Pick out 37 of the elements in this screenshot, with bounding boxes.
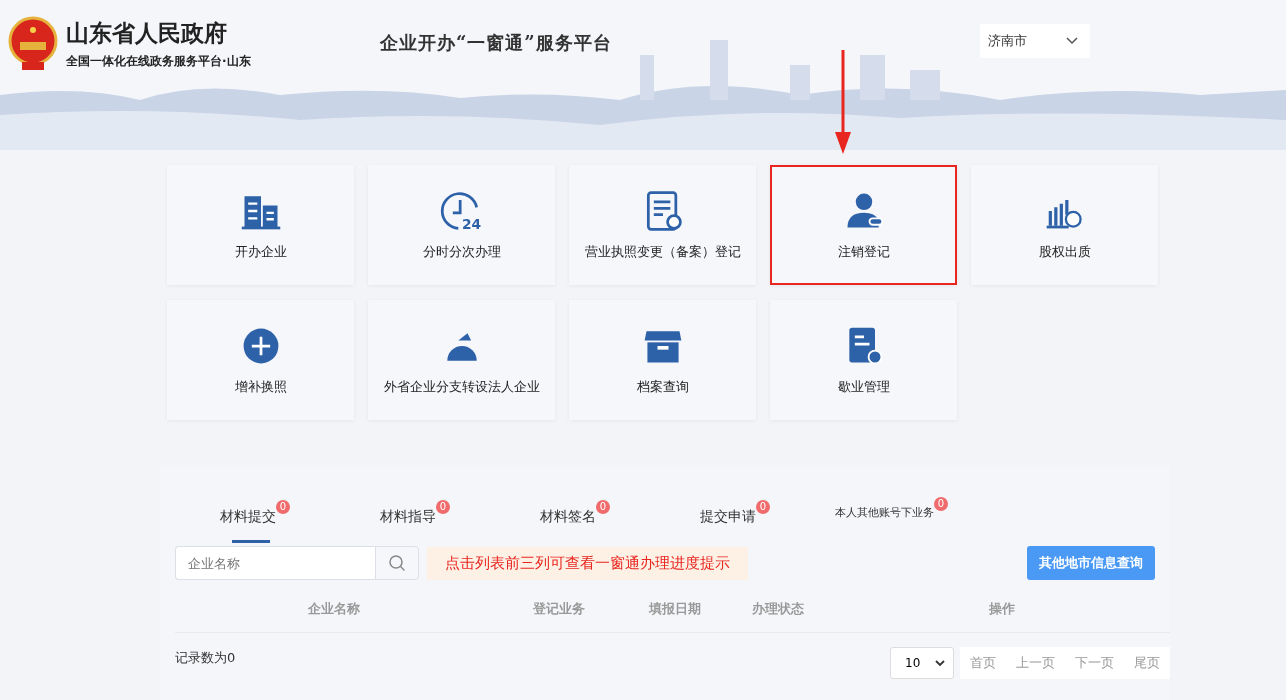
service-tile[interactable]: 股权出质 [971, 165, 1158, 285]
count-badge: 0 [596, 500, 610, 514]
column-header: 办理状态 [752, 600, 804, 618]
count-badge: 0 [934, 497, 948, 511]
service-tile[interactable]: 24 分时分次办理 [368, 165, 555, 285]
count-badge: 0 [276, 500, 290, 514]
service-tile[interactable]: 增补换照 [167, 300, 354, 420]
service-tile[interactable]: 营业执照变更（备案）登记 [569, 165, 756, 285]
tab[interactable]: 提交申请 0 [700, 497, 835, 543]
search-button[interactable] [375, 546, 419, 580]
column-header: 登记业务 [533, 600, 585, 618]
service-tile[interactable]: 开办企业 [167, 165, 354, 285]
count-badge: 0 [756, 500, 770, 514]
search-icon [388, 554, 406, 572]
page-size-select[interactable]: 10 [890, 647, 954, 679]
column-header: 企业名称 [308, 600, 360, 618]
chevron-down-icon [1066, 37, 1078, 45]
column-header: 操作 [989, 600, 1015, 618]
tab[interactable]: 本人其他账号下业务 0 [835, 497, 975, 543]
site-subtitle: 全国一体化在线政务服务平台·山东 [66, 53, 251, 70]
service-tile[interactable]: 外省企业分支转设法人企业 [368, 300, 555, 420]
site-title: 山东省人民政府 [66, 19, 228, 48]
emblem-icon [8, 16, 58, 72]
tab[interactable]: 材料签名 0 [540, 497, 700, 543]
platform-title: 企业开办“一窗通”服务平台 [380, 31, 612, 55]
chevron-down-icon [935, 659, 945, 667]
service-tile[interactable]: 歇业管理 [770, 300, 957, 420]
column-header: 填报日期 [649, 600, 701, 618]
record-count: 记录数为0 [175, 649, 236, 667]
tab[interactable]: 材料指导 0 [380, 497, 540, 543]
service-tile[interactable]: 注销登记 [770, 165, 957, 285]
notice-text: 点击列表前三列可查看一窗通办理进度提示 [427, 546, 748, 580]
count-badge: 0 [436, 500, 450, 514]
city-select[interactable]: 济南市 [980, 24, 1090, 58]
service-tile[interactable]: 档案查询 [569, 300, 756, 420]
search-field[interactable]: 企业名称 [175, 546, 375, 580]
tab[interactable]: 材料提交 0 [220, 497, 380, 543]
